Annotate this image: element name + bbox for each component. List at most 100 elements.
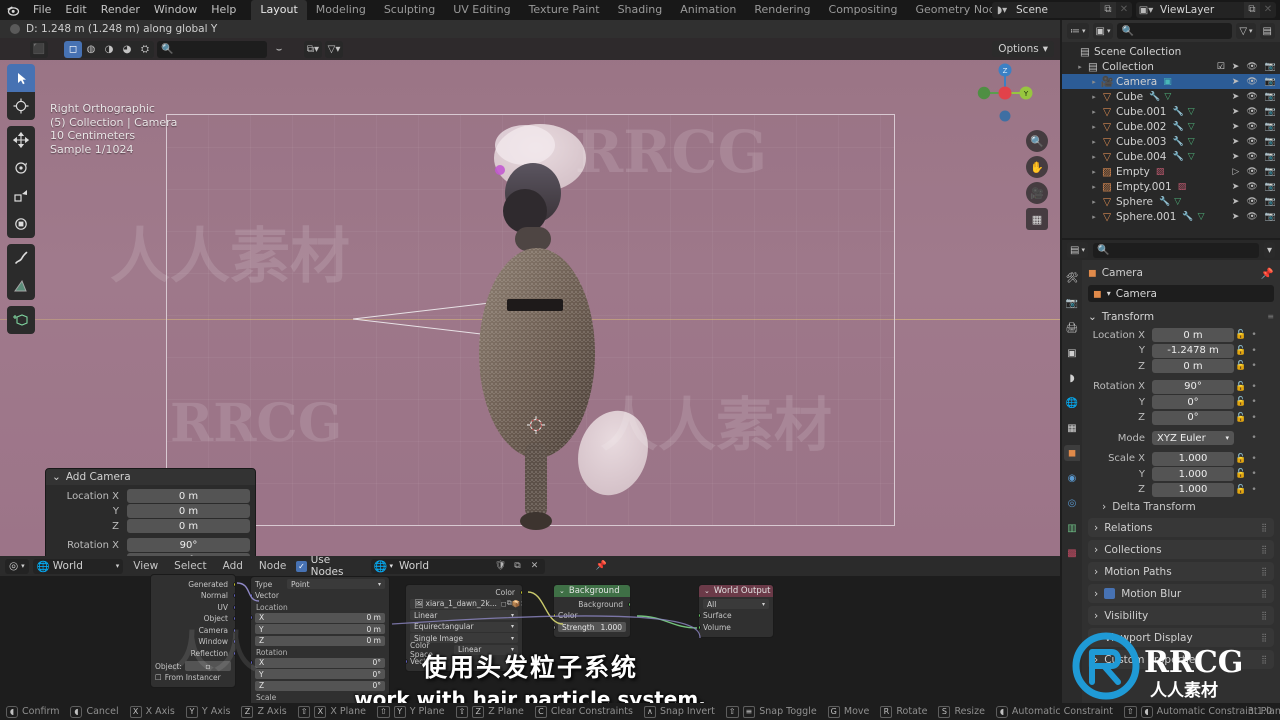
- arrow-icon[interactable]: ➤: [1232, 122, 1240, 132]
- mapping-vector-input[interactable]: Vector: [251, 591, 385, 601]
- eye-icon[interactable]: 👁: [1246, 77, 1257, 87]
- eye-icon[interactable]: 👁: [1246, 182, 1257, 192]
- overlays-icon[interactable]: ⛭: [136, 41, 154, 58]
- mesh-data-icon[interactable]: ▽: [1198, 212, 1205, 222]
- shading-wireframe-icon[interactable]: ◻: [64, 40, 82, 58]
- tab-constraint-icon[interactable]: ▥: [1064, 520, 1080, 536]
- x-icon[interactable]: ✕: [520, 596, 522, 611]
- transform-tool-button[interactable]: [7, 210, 35, 238]
- grid-icon[interactable]: ▦: [1026, 208, 1048, 230]
- add-camera-row-rotation-x[interactable]: Rotation X 90°: [51, 538, 250, 552]
- arrow-icon[interactable]: ➤: [1232, 197, 1240, 207]
- scale-tool-button[interactable]: [7, 182, 35, 210]
- socket-dot[interactable]: [233, 639, 235, 644]
- tab-shading[interactable]: Shading: [609, 0, 672, 20]
- animate-decorator-icon[interactable]: •: [1248, 361, 1260, 371]
- rotation-z-field[interactable]: Z 0°: [255, 680, 385, 691]
- tab-rendering[interactable]: Rendering: [745, 0, 819, 20]
- camera-icon[interactable]: 📷: [1265, 77, 1276, 87]
- modifier-icon[interactable]: 🔧: [1173, 122, 1184, 132]
- row-value[interactable]: 0 m: [127, 504, 250, 518]
- outliner-row-sphere[interactable]: ▸ ▽ Sphere 🔧 ▽ ➤ 👁 📷: [1062, 194, 1280, 209]
- socket-dot[interactable]: [406, 658, 408, 664]
- filter-group[interactable]: ▽▾: [325, 40, 343, 58]
- eye-icon[interactable]: 👁: [1246, 197, 1257, 207]
- eye-icon[interactable]: 👁: [1246, 152, 1257, 162]
- outliner-row-camera[interactable]: ▸ 🎥 Camera ▣ ➤ 👁 📷: [1062, 74, 1280, 89]
- eye-icon[interactable]: 👁: [1246, 92, 1257, 102]
- funnel-icon[interactable]: ▽▾: [325, 41, 343, 58]
- properties-editor[interactable]: ▤ ▾ 🔍 ▾ 🛠 📷 🖨 ▣ ◗ 🌐 ▦ ◼ ◉ ◎ ▥ ▩ ◼ Camera …: [1062, 240, 1280, 703]
- modifier-icon[interactable]: 🔧: [1173, 137, 1184, 147]
- viewport-options-button[interactable]: Options ▾: [992, 41, 1054, 57]
- arrow-outline-icon[interactable]: ▷: [1232, 167, 1239, 177]
- world-id-block[interactable]: 🌐 ▾ World 🛡 ⧉ ✕: [370, 558, 545, 574]
- camera-icon[interactable]: 📷: [1265, 197, 1276, 207]
- row-value[interactable]: 0°: [1152, 395, 1234, 409]
- env-interpolation-row[interactable]: Linear ▾: [410, 610, 518, 620]
- shader-menu-add[interactable]: Add: [217, 556, 249, 576]
- row-value[interactable]: 0 m: [1152, 328, 1234, 342]
- tab-compositing[interactable]: Compositing: [820, 0, 907, 20]
- mesh-data-icon[interactable]: ▽: [1188, 152, 1195, 162]
- x-icon[interactable]: ✕: [527, 559, 542, 574]
- hand-icon[interactable]: ✋: [1026, 156, 1048, 178]
- socket-dot[interactable]: [233, 581, 235, 587]
- socket-dot[interactable]: [233, 616, 235, 621]
- rotation-x-field[interactable]: X 0°: [255, 657, 385, 668]
- outliner-row-collection[interactable]: ▸ ▤ Collection ☑ ➤ 👁 📷: [1062, 59, 1280, 74]
- interaction-mode-selector[interactable]: ⬛: [30, 40, 48, 58]
- scene-selector[interactable]: ◗▾ Scene ⧉ ✕: [992, 2, 1132, 18]
- 3d-viewport[interactable]: RRCG 人人素材 人人素材 RRCG ⬛ ◻ ◍ ◑ ◕ ⛭ 🔍 ⌣ ⧉▾: [0, 38, 1060, 556]
- new-scene-button[interactable]: ⧉: [1100, 2, 1116, 18]
- object-selector[interactable]: ▫: [184, 661, 231, 671]
- transform-row-scale-x[interactable]: Scale X 1.000 🔓 •: [1088, 451, 1274, 466]
- pack-icon[interactable]: 📦: [512, 596, 521, 611]
- modifier-icon[interactable]: 🔧: [1149, 92, 1160, 102]
- tab-layout[interactable]: Layout: [251, 0, 307, 20]
- background-strength-input[interactable]: Strength 1.000: [554, 622, 626, 632]
- world-output-volume-input[interactable]: Volume: [699, 622, 769, 632]
- outliner-display-icon[interactable]: ≔ ▾: [1067, 23, 1089, 39]
- row-value[interactable]: 1.000: [1152, 482, 1234, 497]
- use-nodes-checkbox[interactable]: ✓ Use Nodes: [296, 556, 362, 578]
- eye-icon[interactable]: 👁: [1246, 212, 1257, 222]
- twisty-icon[interactable]: ▸: [1088, 198, 1100, 206]
- location-z-field[interactable]: Z 0 m: [255, 635, 385, 646]
- arrow-icon[interactable]: ➤: [1232, 62, 1240, 72]
- background-output[interactable]: Background: [558, 599, 630, 609]
- animate-decorator-icon[interactable]: •: [1248, 330, 1260, 340]
- animate-decorator-icon[interactable]: •: [1248, 469, 1260, 479]
- lock-icon[interactable]: 🔓: [1234, 469, 1248, 479]
- socket-camera[interactable]: Camera: [155, 625, 235, 635]
- outliner-row-cube-004[interactable]: ▸ ▽ Cube.004 🔧 ▽ ➤ 👁 📷: [1062, 149, 1280, 164]
- location-x-field[interactable]: X 0 m: [255, 612, 385, 623]
- panel-collections[interactable]: › Collections ⣿: [1088, 540, 1274, 559]
- row-value[interactable]: 1.000: [1152, 467, 1234, 481]
- colorspace-selector[interactable]: Linear ▾: [454, 644, 518, 655]
- background-color-input[interactable]: Color: [554, 611, 626, 621]
- twisty-icon[interactable]: ▸: [1088, 93, 1100, 101]
- socket-dot[interactable]: [233, 593, 235, 598]
- lock-icon[interactable]: 🔓: [1234, 346, 1248, 356]
- row-value[interactable]: 90°: [1152, 379, 1234, 394]
- tweak-tool-button[interactable]: [7, 64, 35, 92]
- modifier-icon[interactable]: 🔧: [1173, 107, 1184, 117]
- twisty-icon[interactable]: ▸: [1088, 78, 1100, 86]
- measure-tool-button[interactable]: [7, 272, 35, 300]
- image-selector[interactable]: 🖼 xiara_1_dawn_2k...: [410, 598, 501, 609]
- eye-icon[interactable]: 👁: [1246, 62, 1257, 72]
- viewport-search-input[interactable]: 🔍: [157, 40, 267, 58]
- twisty-icon[interactable]: ▸: [1088, 153, 1100, 161]
- new-viewlayer-button[interactable]: ⧉: [1244, 2, 1260, 18]
- tab-output-icon[interactable]: 🖨: [1064, 320, 1080, 336]
- menu-window[interactable]: Window: [147, 0, 204, 20]
- transform-row-z[interactable]: Z 1.000 🔓 •: [1088, 482, 1274, 497]
- image-data-icon[interactable]: ▨: [1178, 182, 1187, 192]
- lock-icon[interactable]: 🔓: [1234, 330, 1248, 340]
- image-data-icon[interactable]: ▨: [1156, 167, 1165, 177]
- strength-field[interactable]: Strength 1.000: [558, 622, 626, 632]
- arrow-icon[interactable]: ➤: [1232, 92, 1240, 102]
- tab-collection-icon[interactable]: ▦: [1064, 420, 1080, 436]
- eye-icon[interactable]: 👁: [1246, 167, 1257, 177]
